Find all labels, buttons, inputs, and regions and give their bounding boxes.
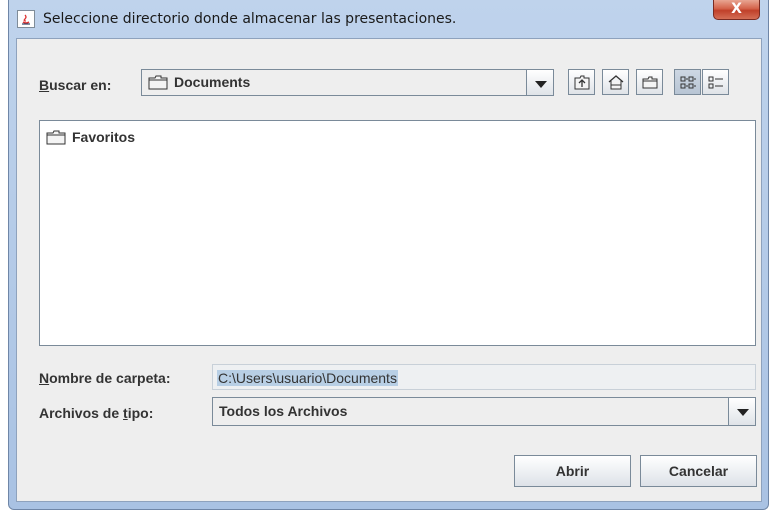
list-view-icon	[680, 76, 696, 89]
file-list[interactable]: Favoritos	[39, 120, 756, 346]
file-type-value: Todos los Archivos	[219, 403, 348, 419]
details-view-icon	[708, 76, 723, 89]
folder-name-label-mnemonic: N	[39, 370, 50, 386]
details-view-button[interactable]	[702, 69, 729, 95]
file-type-label-before: Archivos de	[39, 405, 124, 421]
look-in-label-text: uscar en:	[49, 77, 112, 93]
folder-name-value: C:\Users\usuario\Documents	[217, 370, 398, 386]
folder-name-label: Nombre de carpeta:	[39, 370, 171, 386]
look-in-label-mnemonic: B	[39, 77, 50, 93]
dialog-content: Buscar en: Documents Favoritos Nombre de…	[16, 38, 762, 502]
look-in-dropdown-arrow[interactable]	[526, 70, 553, 95]
look-in-combo[interactable]: Documents	[141, 69, 554, 96]
new-folder-button[interactable]	[636, 69, 663, 95]
file-type-dropdown-arrow[interactable]	[728, 398, 755, 425]
java-icon	[17, 10, 35, 28]
folder-name-field[interactable]: C:\Users\usuario\Documents	[212, 364, 756, 390]
home-button[interactable]	[602, 69, 629, 95]
folder-icon	[46, 130, 66, 145]
up-one-level-button[interactable]	[568, 69, 595, 95]
open-button[interactable]: Abrir	[514, 455, 631, 487]
list-item-label: Favoritos	[72, 129, 136, 145]
file-type-label: Archivos de tipo:	[39, 405, 153, 421]
close-button[interactable]: X	[713, 0, 760, 20]
file-type-label-after: ipo:	[127, 405, 154, 421]
dialog-window: Seleccione directorio donde almacenar la…	[8, 0, 769, 510]
title-bar[interactable]: Seleccione directorio donde almacenar la…	[9, 0, 768, 38]
home-icon	[608, 75, 624, 90]
folder-name-label-text: ombre de carpeta:	[49, 370, 171, 386]
look-in-label: Buscar en:	[39, 77, 111, 93]
up-one-level-icon	[574, 75, 590, 90]
file-type-combo[interactable]: Todos los Archivos	[212, 397, 756, 426]
folder-icon	[148, 75, 168, 90]
dialog-title: Seleccione directorio donde almacenar la…	[43, 11, 457, 27]
cancel-button[interactable]: Cancelar	[640, 455, 757, 487]
new-folder-icon	[642, 76, 658, 89]
list-item[interactable]: Favoritos	[46, 129, 135, 145]
list-view-button[interactable]	[674, 69, 701, 95]
look-in-value: Documents	[174, 74, 251, 90]
